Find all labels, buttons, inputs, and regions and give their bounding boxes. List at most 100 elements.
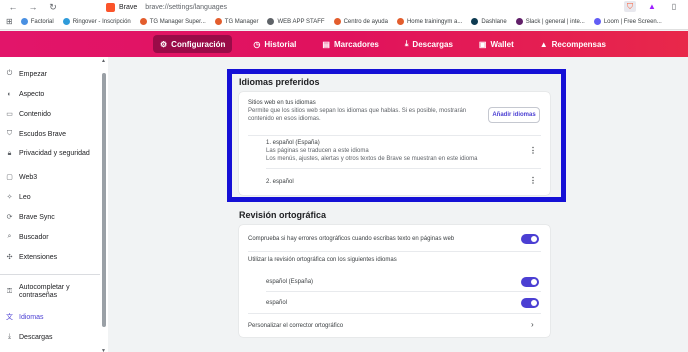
rewards-icon[interactable]: ▲ <box>646 1 658 12</box>
chevron-right-icon[interactable]: › <box>531 320 534 329</box>
sidebar-toggle-icon[interactable]: ▯ <box>668 1 680 12</box>
bookmark-favicon-icon <box>333 18 341 25</box>
nav-tab-historial[interactable]: ◷ Historial <box>246 35 303 53</box>
sidebar-item-empezar[interactable]: ⏻ Empezar <box>0 67 100 81</box>
bookmark-item[interactable]: TG Manager <box>214 18 259 25</box>
sidebar-item-privacidad-y-seguridad[interactable]: 🔒︎ Privacidad y seguridad <box>0 147 100 161</box>
nav-tab-label: Wallet <box>490 39 514 49</box>
language-1-ui-note: Los menús, ajustes, alertas y otros text… <box>266 156 478 162</box>
spellcheck-title: Revisión ortográfica <box>239 210 327 220</box>
bookmark-favicon-icon <box>139 18 147 25</box>
nav-tab-label: Marcadores <box>333 39 379 49</box>
row-divider <box>248 313 541 314</box>
nav-tab-label: Recompensas <box>551 39 606 49</box>
sidebar-item-label: Escudos Brave <box>19 130 67 138</box>
language-1-menu-icon[interactable]: ⋮ <box>529 146 537 155</box>
nav-tab-configuración[interactable]: ⚙ Configuración <box>153 35 233 53</box>
sidebar-item-web3[interactable]: ▢ Web3 <box>0 170 100 184</box>
sidebar-divider <box>0 274 100 275</box>
bookmark-label: TG Manager <box>224 18 259 25</box>
settings-sidebar: ⏻ Empezar ◐ Aspecto ▭ Contenido ⛉ Escudos Brave… <box>0 57 108 352</box>
nav-tab-recompensas[interactable]: ▲ Recompensas <box>533 35 613 53</box>
bookmark-item[interactable]: Home trainingym a... <box>396 18 463 25</box>
sidebar-item-label: Web3 <box>19 173 38 181</box>
bookmark-item[interactable]: Dashlane <box>471 18 507 25</box>
bookmark-label: Slack | general | inte... <box>525 18 585 25</box>
bookmark-item[interactable]: TG Manager Super... <box>139 18 206 25</box>
sidebar-item-extensiones[interactable]: ✣ Extensiones <box>0 250 100 264</box>
bookmark-item[interactable]: Ringover - Inscripción <box>62 18 131 25</box>
bat-icon: ▲ <box>539 39 548 49</box>
sidebar-item-escudos-brave[interactable]: ⛉ Escudos Brave <box>0 127 100 141</box>
bookmark-item[interactable]: Factorial <box>20 18 54 25</box>
sidebar-item-label: Idiomas <box>19 313 44 321</box>
site-name: Brave <box>119 3 138 11</box>
bookmark-item[interactable]: Loom | Free Screen... <box>593 18 662 25</box>
language-2-name: 2. español <box>266 179 294 185</box>
nav-tab-marcadores[interactable]: ▤ Marcadores <box>315 35 385 53</box>
bookmark-label: TG Manager Super... <box>149 18 206 25</box>
language-2-menu-icon[interactable]: ⋮ <box>529 176 537 185</box>
search-icon: ⌕ <box>7 233 12 240</box>
bookmark-label: Home trainingym a... <box>406 18 463 25</box>
reload-icon[interactable]: ↻ <box>46 1 60 13</box>
spellcheck-language-1: español (España) <box>266 279 314 285</box>
spellcheck-language-2-toggle[interactable] <box>521 298 539 308</box>
download-icon: ⤓ <box>404 39 409 48</box>
bookmark-item[interactable]: Slack | general | inte... <box>515 18 585 25</box>
nav-tab-label: Descargas <box>412 39 453 49</box>
nav-tab-descargas[interactable]: ⤓ Descargas <box>398 35 460 53</box>
bookmark-label: Centro de ayuda <box>343 18 388 25</box>
clock-icon: ◷ <box>253 39 261 49</box>
spellcheck-toggle-label: Comprueba si hay errores ortográficos cu… <box>248 236 455 242</box>
download-icon: ⤓ <box>7 333 12 340</box>
bookmark-favicon-icon <box>214 18 222 25</box>
languages-card: Sitios web en tus idiomas Permite que lo… <box>239 92 550 195</box>
bookmark-favicon-icon <box>62 18 70 25</box>
nav-tab-wallet[interactable]: ▣ Wallet <box>472 35 521 53</box>
spellcheck-language-1-toggle[interactable] <box>521 277 539 287</box>
sidebar-scrollbar[interactable]: ▲ ▼ <box>101 58 106 352</box>
url-text[interactable]: brave://settings/languages <box>145 4 227 11</box>
sites-description: Permite que los sitios web sepan los idi… <box>248 108 467 122</box>
sidebar-item-label: Descargas <box>19 333 53 341</box>
settings-main: Idiomas preferidos Sitios web en tus idi… <box>108 57 688 352</box>
bookmark-item[interactable]: WEB APP STAFF <box>267 18 325 25</box>
sidebar-item-idiomas[interactable]: 文 Idiomas <box>0 310 100 324</box>
forward-icon[interactable]: → <box>26 1 40 13</box>
sidebar-item-descargas[interactable]: ⤓ Descargas <box>0 330 100 344</box>
sidebar-item-label: Extensiones <box>19 253 58 261</box>
sidebar-item-buscador[interactable]: ⌕ Buscador <box>0 230 100 244</box>
row-divider <box>266 168 541 169</box>
sidebar-item-autocompletar-y-contraseñas[interactable]: ⚿ Autocompletar y contraseñas <box>0 284 100 299</box>
apps-grid-icon[interactable]: ⊞ <box>6 17 13 26</box>
scroll-up-icon[interactable]: ▲ <box>101 58 106 64</box>
sidebar-item-label: Brave Sync <box>19 213 55 221</box>
back-icon[interactable]: ← <box>6 1 20 13</box>
customize-spellcheck-label[interactable]: Personalizar el corrector ortográfico <box>248 322 343 330</box>
leo-icon: ✧ <box>6 194 13 201</box>
wallet-icon: ▣ <box>478 39 487 49</box>
sidebar-item-aspecto[interactable]: ◐ Aspecto <box>0 87 100 101</box>
spellcheck-toggle[interactable] <box>521 234 539 244</box>
bookmarks-bar: ⊞ Factorial Ringover - Inscripción TG Mana… <box>0 14 688 30</box>
bookmark-favicon-icon <box>396 18 404 25</box>
sidebar-item-brave-sync[interactable]: ⟳ Brave Sync <box>0 210 100 224</box>
url-field[interactable]: Brave brave://settings/languages <box>106 2 227 12</box>
scroll-thumb[interactable] <box>102 73 106 327</box>
brave-logo-icon <box>106 2 115 12</box>
row-divider <box>248 251 541 252</box>
sidebar-item-contenido[interactable]: ▭ Contenido <box>0 107 100 121</box>
bookmark-item[interactable]: Centro de ayuda <box>333 18 388 25</box>
add-languages-button[interactable]: Añadir idiomas <box>488 107 540 123</box>
row-divider <box>248 135 541 136</box>
spellcheck-card: Comprueba si hay errores ortográficos cu… <box>239 225 550 337</box>
shield-icon: ⛉ <box>6 130 13 137</box>
scroll-down-icon[interactable]: ▼ <box>101 348 106 352</box>
web3-icon: ▢ <box>6 174 13 181</box>
brave-shields-icon[interactable]: ⛉ <box>624 1 636 12</box>
bookmark-favicon-icon <box>267 18 275 25</box>
content-icon: ▭ <box>6 111 13 118</box>
bookmark-label: WEB APP STAFF <box>277 18 325 25</box>
sidebar-item-leo[interactable]: ✧ Leo <box>0 190 100 204</box>
